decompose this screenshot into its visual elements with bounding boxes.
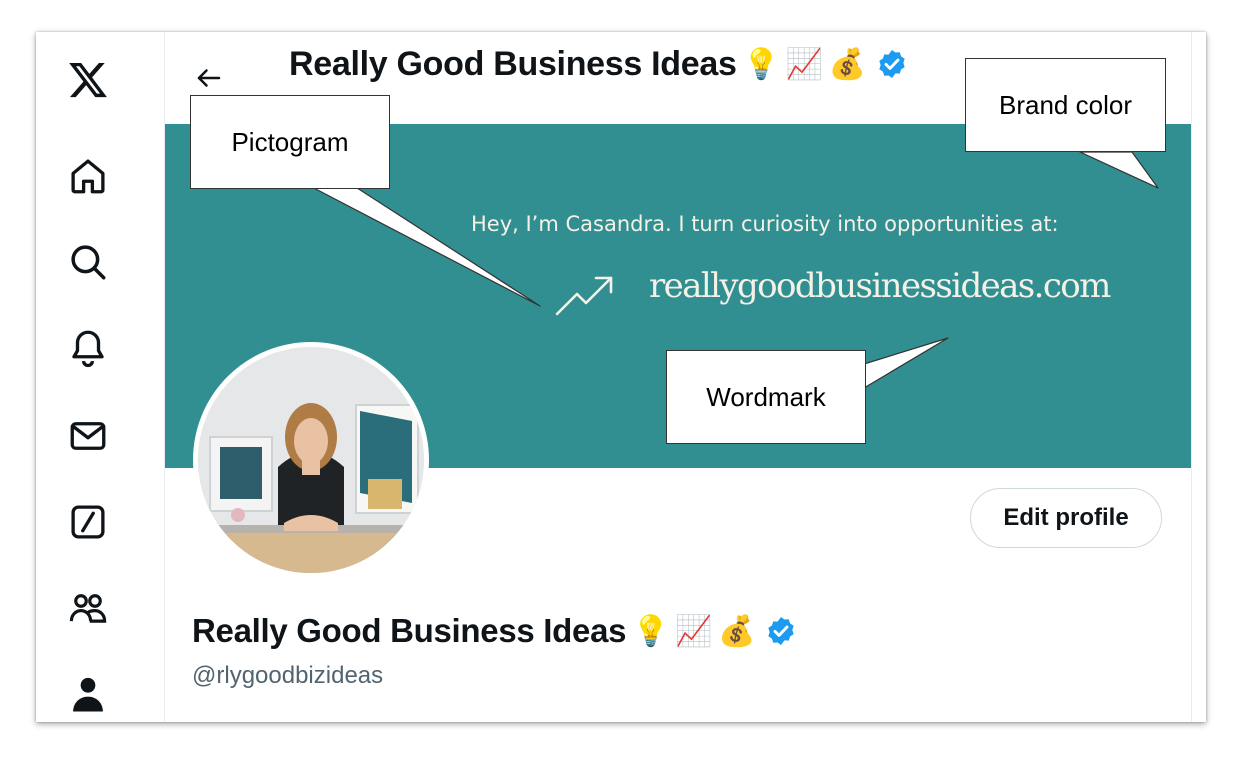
verified-badge-icon [876,48,908,80]
chart-emoji: 📈 [785,46,823,82]
slash-square-icon[interactable] [64,498,112,546]
chart-emoji: 📈 [675,613,713,649]
header-title-text: Really Good Business Ideas [289,44,737,83]
column-divider [1191,32,1192,722]
x-logo-icon[interactable] [64,56,112,104]
header-title: Really Good Business Ideas 💡 📈 💰 [289,42,908,86]
lightbulb-emoji: 💡 [632,613,670,649]
banner-wordmark: reallygoodbusinessideas.com [649,266,1111,306]
moneybag-emoji: 💰 [828,46,866,82]
profile-name-text: Really Good Business Ideas [192,612,627,649]
pictogram-callout: Pictogram [190,95,390,189]
person-icon[interactable] [64,670,112,718]
search-icon[interactable] [64,238,112,286]
trend-arrow-icon [555,276,613,316]
banner-tagline: Hey, I’m Casandra. I turn curiosity into… [471,212,1059,236]
sidebar-nav [36,32,165,722]
lightbulb-emoji: 💡 [742,46,780,82]
edit-profile-button[interactable]: Edit profile [970,488,1162,548]
wordmark-callout: Wordmark [666,350,866,444]
moneybag-emoji: 💰 [718,613,756,649]
brand-color-callout: Brand color [965,58,1166,152]
envelope-icon[interactable] [64,412,112,460]
home-icon[interactable] [64,152,112,200]
profile-name: Really Good Business Ideas 💡 📈 💰 [192,612,797,650]
back-button[interactable] [189,60,229,96]
avatar[interactable] [193,342,429,578]
people-icon[interactable] [64,584,112,632]
arrow-left-icon [197,69,221,87]
profile-handle: @rlygoodbizideas [192,662,384,689]
bell-icon[interactable] [64,324,112,372]
verified-badge-icon [765,615,797,647]
